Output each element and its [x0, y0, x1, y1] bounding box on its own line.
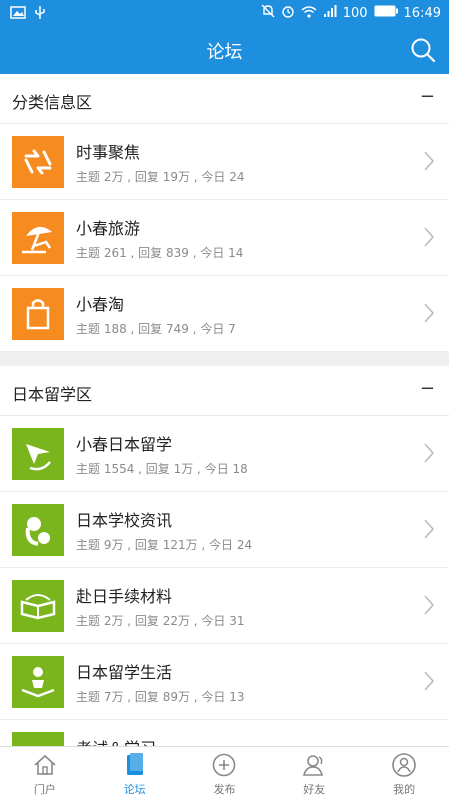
- forum-name: 小春旅游: [76, 219, 141, 238]
- tab-publish[interactable]: 发布: [180, 747, 270, 800]
- section-title: 分类信息区: [12, 93, 93, 112]
- tab-label: 我的: [393, 783, 416, 796]
- signal-icon: [323, 4, 337, 22]
- forum-item[interactable]: 日本留学生活 主题 7万 , 回复 89万 , 今日 13: [0, 644, 449, 720]
- forum-item[interactable]: 小春淘 主题 188 , 回复 749 , 今日 7: [0, 276, 449, 352]
- chevron-right-icon: [423, 594, 435, 616]
- battery-icon: [374, 5, 398, 21]
- wifi-icon: [301, 5, 317, 22]
- forum-name: 小春日本留学: [76, 435, 173, 454]
- forum-item[interactable]: 日本学校资讯 主题 9万 , 回复 121万 , 今日 24: [0, 492, 449, 568]
- forum-name: 赴日手续材料: [76, 587, 173, 606]
- mute-icon: [261, 4, 275, 22]
- section-title: 日本留学区: [12, 385, 93, 404]
- tab-forum[interactable]: 论坛: [90, 747, 180, 800]
- forum-name: 小春淘: [76, 295, 125, 314]
- bottom-tab-bar: 门户 论坛 发布 好友 我的: [0, 746, 449, 800]
- tab-label: 好友: [303, 783, 326, 796]
- alarm-icon: [281, 4, 295, 22]
- home-icon: [32, 752, 58, 778]
- open-book-icon: [12, 580, 64, 632]
- forum-list[interactable]: 分类信息区 − 时事聚焦 主题 2万 , 回复 19万 , 今日 24 小春旅游…: [0, 74, 449, 746]
- reader-icon: [12, 656, 64, 708]
- forum-item[interactable]: 时事聚焦 主题 2万 , 回复 19万 , 今日 24: [0, 124, 449, 200]
- forum-name: 日本学校资讯: [76, 511, 173, 530]
- forum-stats: 主题 261 , 回复 839 , 今日 14: [76, 246, 244, 260]
- tab-friends[interactable]: 好友: [269, 747, 359, 800]
- forum-stats: 主题 2万 , 回复 19万 , 今日 24: [76, 170, 245, 184]
- forum-stats: 主题 2万 , 回复 22万 , 今日 31: [76, 614, 245, 628]
- status-bar: 100 16:49: [0, 0, 449, 26]
- forum-stats: 主题 7万 , 回复 89万 , 今日 13: [76, 690, 245, 704]
- beach-umbrella-icon: [12, 212, 64, 264]
- gallery-notification-icon: [10, 6, 26, 23]
- profile-icon: [391, 752, 417, 778]
- section-divider: [0, 352, 449, 366]
- forum-item[interactable]: 赴日手续材料 主题 2万 , 回复 22万 , 今日 31: [0, 568, 449, 644]
- chevron-right-icon: [423, 302, 435, 324]
- section-japan-study: 日本留学区 − 小春日本留学 主题 1554 , 回复 1万 , 今日 18 日…: [0, 366, 449, 746]
- page-title: 论坛: [206, 42, 243, 63]
- friends-icon: [301, 752, 327, 778]
- tab-mine[interactable]: 我的: [359, 747, 449, 800]
- chevron-right-icon: [423, 150, 435, 172]
- battery-level: 100: [342, 5, 368, 21]
- tab-label: 门户: [33, 783, 56, 796]
- section-category-info: 分类信息区 − 时事聚焦 主题 2万 , 回复 19万 , 今日 24 小春旅游…: [0, 74, 449, 352]
- forum-stats: 主题 188 , 回复 749 , 今日 7: [76, 322, 236, 336]
- collapse-icon[interactable]: −: [420, 378, 435, 399]
- plus-circle-icon: [211, 752, 237, 778]
- quote-icon: [12, 504, 64, 556]
- chevron-right-icon: [423, 226, 435, 248]
- tab-label: 论坛: [123, 783, 146, 796]
- clock: 16:49: [403, 5, 441, 21]
- section-header[interactable]: 分类信息区 −: [0, 74, 449, 124]
- tab-label: 发布: [213, 783, 236, 796]
- forum-item[interactable]: 小春旅游 主题 261 , 回复 839 , 今日 14: [0, 200, 449, 276]
- forum-name: 时事聚焦: [76, 143, 141, 162]
- chevron-right-icon: [423, 670, 435, 692]
- swap-arrows-icon: [12, 136, 64, 188]
- search-icon[interactable]: [409, 36, 437, 64]
- collapse-icon[interactable]: −: [420, 86, 435, 107]
- tab-portal[interactable]: 门户: [0, 747, 90, 800]
- forum-stats: 主题 1554 , 回复 1万 , 今日 18: [76, 462, 248, 476]
- paper-plane-icon: [12, 428, 64, 480]
- chevron-right-icon: [423, 442, 435, 464]
- forum-item[interactable]: 小春日本留学 主题 1554 , 回复 1万 , 今日 18: [0, 416, 449, 492]
- usb-icon: [34, 5, 46, 24]
- forum-name: 考试＆学习: [76, 735, 156, 746]
- forum-item[interactable]: 考试＆学习: [0, 720, 449, 746]
- study-icon: [12, 732, 64, 746]
- shopping-bag-icon: [12, 288, 64, 340]
- app-header: 论坛: [0, 26, 449, 74]
- forum-stats: 主题 9万 , 回复 121万 , 今日 24: [76, 538, 253, 552]
- section-header[interactable]: 日本留学区 −: [0, 366, 449, 416]
- chevron-right-icon: [423, 518, 435, 540]
- forum-name: 日本留学生活: [76, 663, 173, 682]
- forum-icon: [122, 752, 148, 778]
